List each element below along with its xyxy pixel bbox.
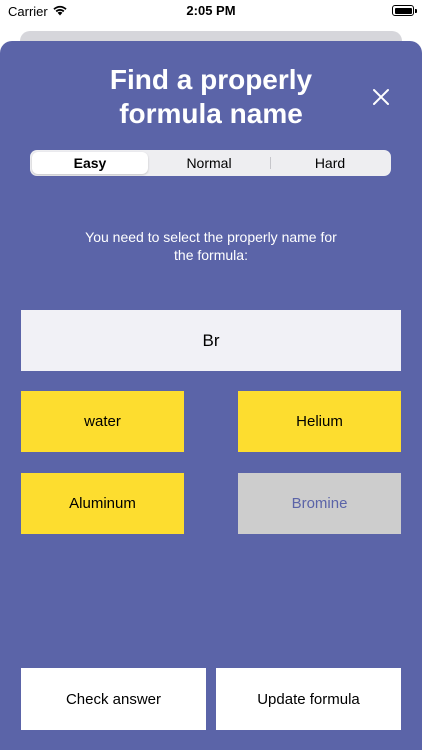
- instruction-line-2: the formula:: [174, 247, 248, 263]
- formula-display: Br: [21, 310, 401, 371]
- instruction-text: You need to select the properly name for…: [60, 228, 362, 264]
- check-answer-button[interactable]: Check answer: [21, 668, 206, 730]
- status-time: 2:05 PM: [186, 3, 236, 18]
- battery-full-icon: [392, 5, 417, 16]
- segment-easy[interactable]: Easy: [32, 152, 148, 174]
- close-icon[interactable]: [368, 84, 394, 110]
- update-formula-button[interactable]: Update formula: [216, 668, 401, 730]
- difficulty-segmented-control: Easy Normal Hard: [30, 150, 391, 176]
- answer-option-bromine[interactable]: Bromine: [238, 473, 401, 534]
- answer-option-helium[interactable]: Helium: [238, 391, 401, 452]
- instruction-line-1: You need to select the properly name for: [85, 229, 337, 245]
- title-line-1: Find a properly: [109, 64, 313, 95]
- answer-option-aluminum[interactable]: Aluminum: [21, 473, 184, 534]
- segment-normal[interactable]: Normal: [150, 152, 268, 174]
- answer-option-water[interactable]: water: [21, 391, 184, 452]
- title-line-2: formula name: [119, 98, 303, 129]
- status-bar: Carrier 2:05 PM: [0, 0, 422, 24]
- page-title: Find a properly formula name: [60, 63, 362, 131]
- segment-hard[interactable]: Hard: [271, 152, 389, 174]
